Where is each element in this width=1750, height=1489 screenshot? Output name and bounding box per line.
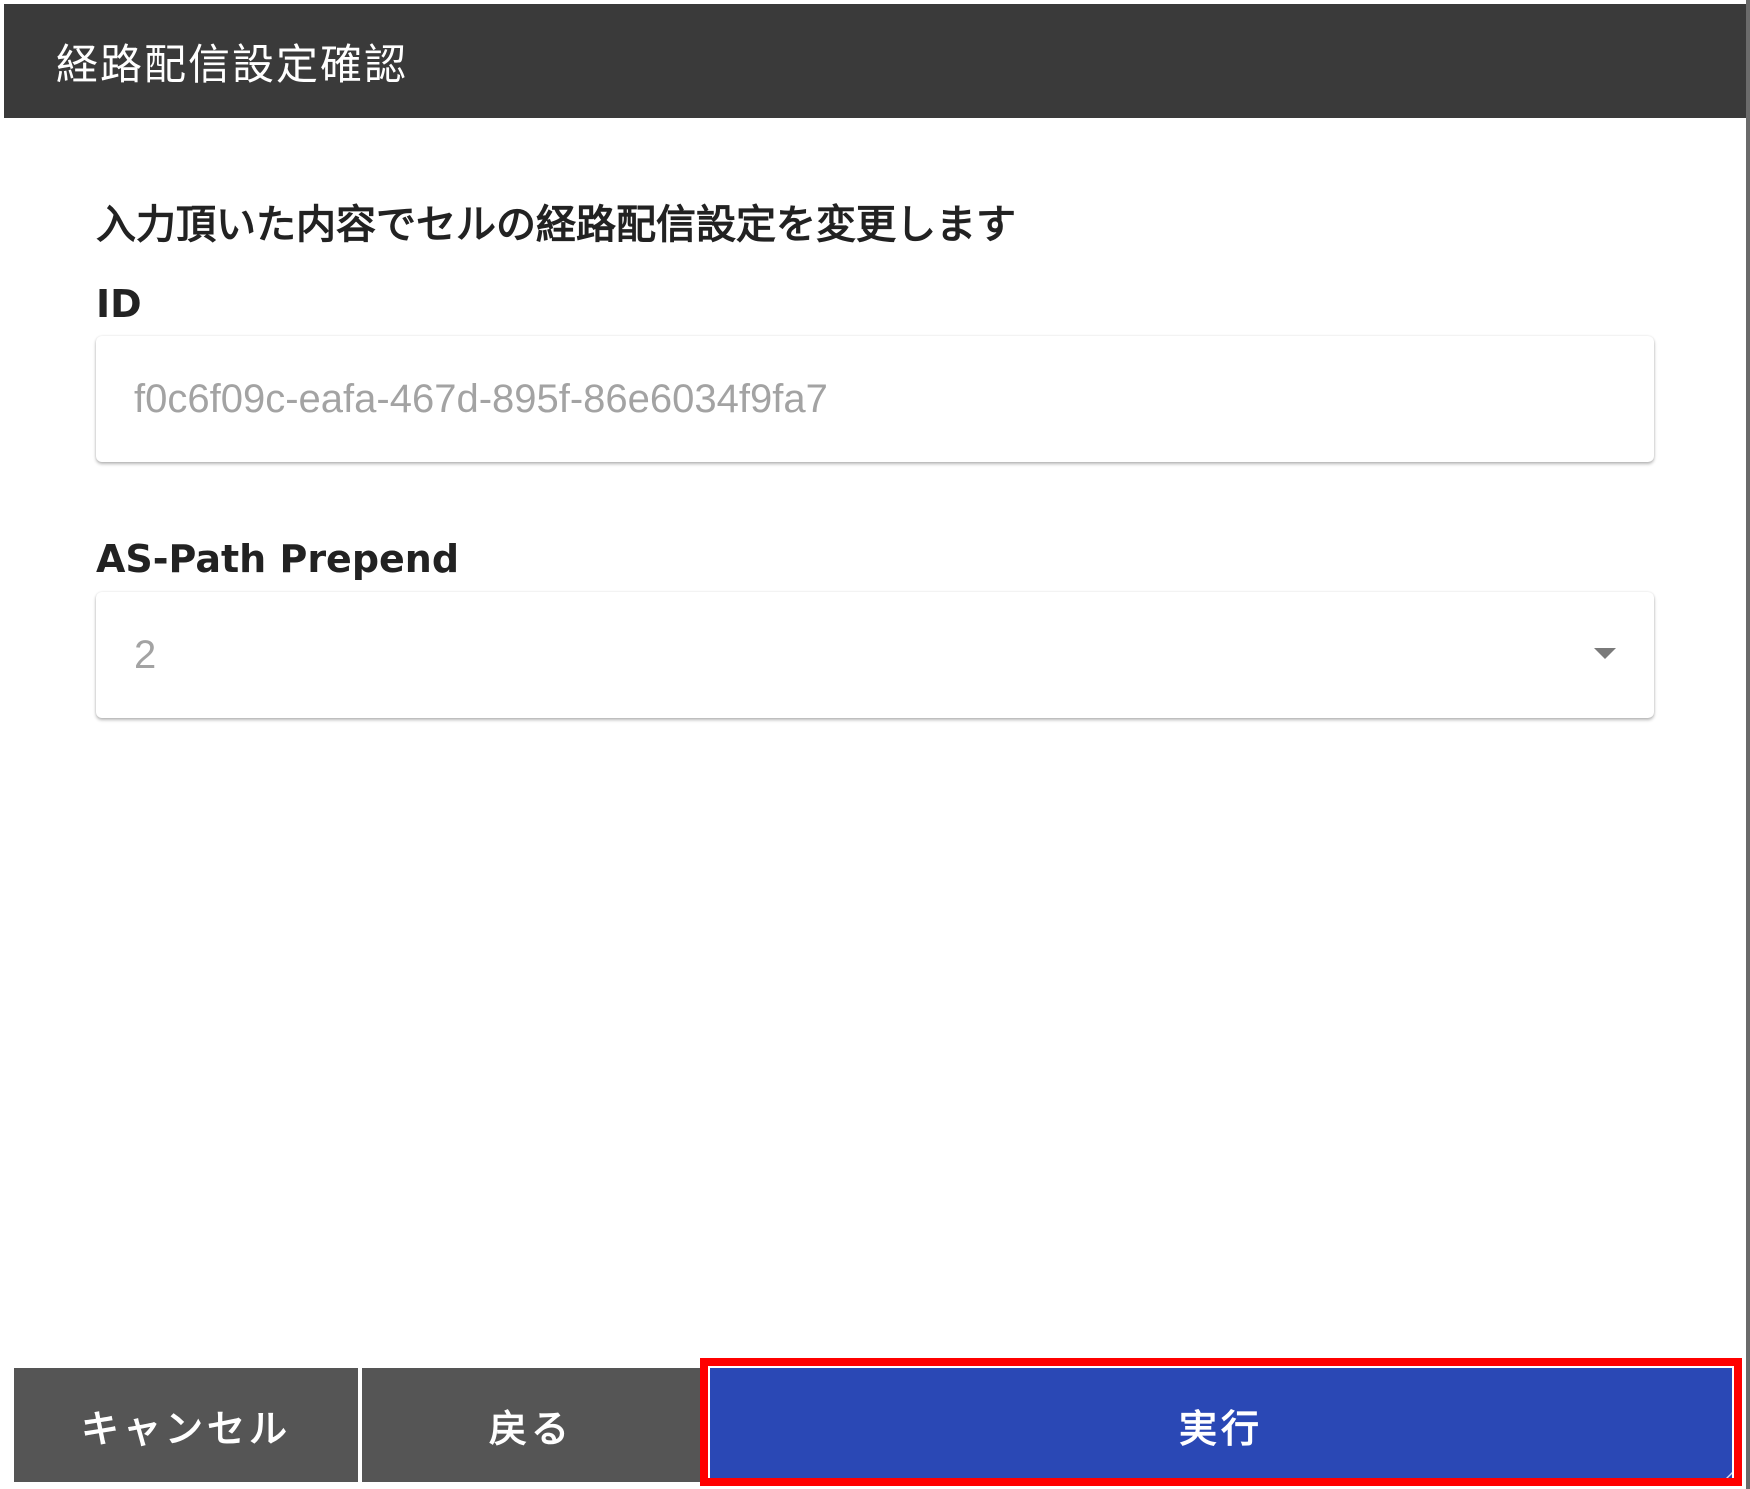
id-field-box[interactable] <box>96 336 1654 462</box>
dialog-header: 経路配信設定確認 <box>4 4 1746 118</box>
cancel-button[interactable]: キャンセル <box>14 1368 358 1482</box>
dialog-title: 経路配信設定確認 <box>56 39 409 89</box>
id-label: ID <box>96 282 142 326</box>
as-path-prepend-label: AS-Path Prepend <box>96 537 460 581</box>
back-button[interactable]: 戻る <box>362 1368 700 1482</box>
caret-down-icon[interactable] <box>1594 648 1616 659</box>
execute-button[interactable]: 実行 <box>710 1368 1732 1482</box>
as-path-prepend-select[interactable]: 2 <box>96 592 1654 718</box>
route-distribution-confirm-dialog: 経路配信設定確認 入力頂いた内容でセルの経路配信設定を変更します ID AS-P… <box>4 4 1746 1489</box>
id-input[interactable] <box>134 376 1534 422</box>
dialog-description: 入力頂いた内容でセルの経路配信設定を変更します <box>96 202 1016 248</box>
as-path-prepend-value: 2 <box>134 632 157 677</box>
window-right-edge <box>1746 0 1750 1489</box>
